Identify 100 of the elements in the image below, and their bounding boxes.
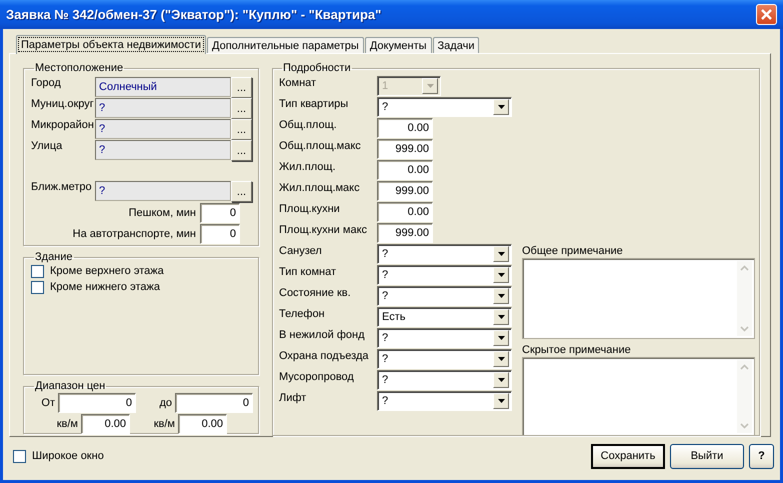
field-label: кв/м [152, 418, 176, 430]
number-field[interactable]: 0 [200, 224, 240, 244]
dropdown-field[interactable]: ? [377, 349, 512, 369]
number-field[interactable]: 0.00 [178, 414, 227, 434]
checkbox-label: Кроме верхнего этажа [50, 265, 164, 277]
field-label: Город [31, 77, 62, 90]
group-title: Местоположение [34, 62, 124, 74]
group-title: Диапазон цен [34, 380, 106, 392]
checkbox[interactable] [13, 450, 26, 462]
field-label: Площ.кухни [279, 202, 341, 216]
number-field[interactable]: 0.00 [377, 202, 433, 222]
field-label: Микрорайон [31, 119, 95, 132]
caret-icon [498, 252, 504, 256]
note-field[interactable] [522, 357, 755, 436]
dropdown-field[interactable]: ? [377, 370, 512, 390]
tab[interactable]: Задачи [432, 37, 480, 53]
number-field[interactable]: 0.00 [377, 160, 433, 180]
field-label: Тип квартиры [279, 97, 350, 111]
field-label: Телефон [279, 307, 326, 321]
dropdown-field[interactable]: ? [377, 244, 512, 264]
number-field[interactable]: 0.00 [81, 414, 130, 434]
checkbox[interactable] [31, 280, 44, 294]
caret-icon [498, 105, 504, 109]
note-label: Скрытое примечание [522, 343, 632, 357]
field-label: Лифт [279, 391, 308, 405]
number-field[interactable]: 0 [175, 392, 253, 412]
tab[interactable]: Документы [364, 37, 432, 53]
browse-button[interactable]: ... [231, 140, 252, 161]
field-label: На автотранспорте, мин [72, 228, 196, 240]
caret-icon [498, 273, 504, 277]
help-button[interactable]: ? [749, 444, 774, 468]
field-label: От [40, 396, 56, 408]
scrollbar[interactable] [737, 261, 752, 336]
field-label: Комнат [279, 76, 318, 90]
caret-icon [498, 336, 504, 340]
dropdown-field[interactable]: ? [377, 265, 512, 285]
number-field[interactable]: 0 [58, 392, 136, 412]
dropdown-button[interactable] [493, 267, 509, 283]
dropdown-field[interactable]: ? [377, 328, 512, 348]
field-label: Пешком, мин [128, 206, 196, 218]
field-label: Жил.площ.макс [279, 181, 361, 195]
dropdown-button[interactable] [493, 393, 509, 409]
caret-icon [498, 294, 504, 298]
dropdown-field[interactable]: ? [377, 97, 512, 117]
dropdown-field[interactable]: ? [377, 391, 512, 411]
tab[interactable]: Дополнительные параметры [207, 37, 364, 53]
dropdown-button[interactable] [493, 372, 509, 388]
number-field[interactable]: 0.00 [377, 118, 433, 138]
number-field[interactable]: 999.00 [377, 139, 433, 159]
number-field[interactable]: 999.00 [377, 181, 433, 201]
browse-button[interactable]: ... [231, 77, 252, 98]
note-field[interactable] [522, 258, 755, 339]
dropdown-button[interactable] [493, 309, 509, 325]
note-label: Общее примечание [522, 244, 624, 258]
field-label: Площ.кухни макс [279, 223, 368, 237]
field-label: Мусоропровод [279, 370, 355, 384]
field-label: Тип комнат [279, 265, 337, 279]
field-label: Санузел [279, 244, 323, 258]
dialog-button[interactable]: Сохранить [591, 444, 665, 468]
tab[interactable]: Параметры объекта недвижимости [16, 35, 206, 54]
field-label: Состояние кв. [279, 286, 352, 300]
group-title: Подробности [282, 62, 352, 74]
dropdown-button[interactable] [493, 288, 509, 304]
lookup-field[interactable]: Солнечный [95, 77, 231, 97]
browse-button[interactable]: ... [231, 119, 252, 140]
field-label: Общ.площ.макс [279, 139, 362, 153]
dropdown-button[interactable] [493, 351, 509, 367]
dropdown-field[interactable]: Есть [377, 307, 512, 327]
lookup-field[interactable]: ? [95, 140, 231, 160]
lookup-field[interactable]: ? [95, 119, 231, 139]
field-label: В нежилой фонд [279, 328, 366, 342]
checkbox-label: Широкое окно [32, 450, 104, 462]
browse-button[interactable]: ... [231, 181, 252, 202]
lookup-field[interactable]: ? [95, 181, 231, 201]
field-label: Жил.площ. [279, 160, 336, 174]
window-title: Заявка № 342/обмен-37 ("Экватор"): "Куплю" - "Квартира" [6, 7, 382, 22]
field-label: Муниц.округ [31, 98, 95, 111]
checkbox[interactable] [31, 264, 44, 278]
field-label: кв/м [56, 418, 79, 430]
dialog-button[interactable]: Выйти [670, 444, 744, 468]
caret-icon [498, 378, 504, 382]
number-field[interactable]: 0 [200, 202, 240, 222]
caret-icon [498, 357, 504, 361]
close-button[interactable] [756, 4, 777, 25]
dropdown-button[interactable] [493, 330, 509, 346]
field-label: Общ.площ. [279, 118, 338, 132]
dropdown-button[interactable] [493, 246, 509, 262]
close-icon [760, 8, 773, 21]
field-label: Улица [31, 140, 64, 153]
scrollbar[interactable] [737, 360, 752, 433]
lookup-field[interactable]: ? [95, 98, 231, 118]
number-field[interactable]: 999.00 [377, 223, 433, 243]
caret-icon [498, 399, 504, 403]
browse-button[interactable]: ... [231, 98, 252, 119]
checkbox-label: Кроме нижнего этажа [50, 281, 160, 293]
field-label: Ближ.метро [31, 181, 93, 194]
group-title: Здание [34, 251, 74, 263]
dropdown-field[interactable]: ? [377, 286, 512, 306]
field-label: до [158, 396, 173, 408]
dropdown-button[interactable] [493, 99, 509, 115]
